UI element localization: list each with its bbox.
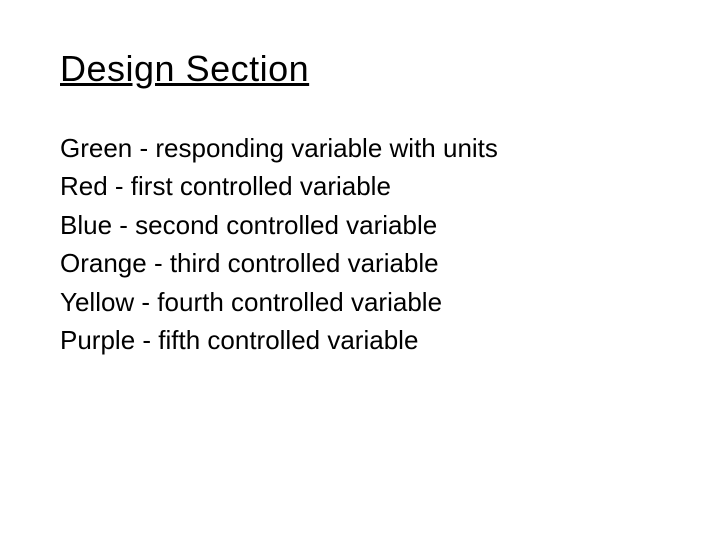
list-item: Orange - third controlled variable (60, 245, 660, 281)
list-item: Red - first controlled variable (60, 168, 660, 204)
variable-list: Green - responding variable with units R… (60, 130, 660, 358)
list-item: Yellow - fourth controlled variable (60, 284, 660, 320)
list-item: Purple - fifth controlled variable (60, 322, 660, 358)
list-item: Green - responding variable with units (60, 130, 660, 166)
page-title: Design Section (60, 48, 660, 90)
list-item: Blue - second controlled variable (60, 207, 660, 243)
